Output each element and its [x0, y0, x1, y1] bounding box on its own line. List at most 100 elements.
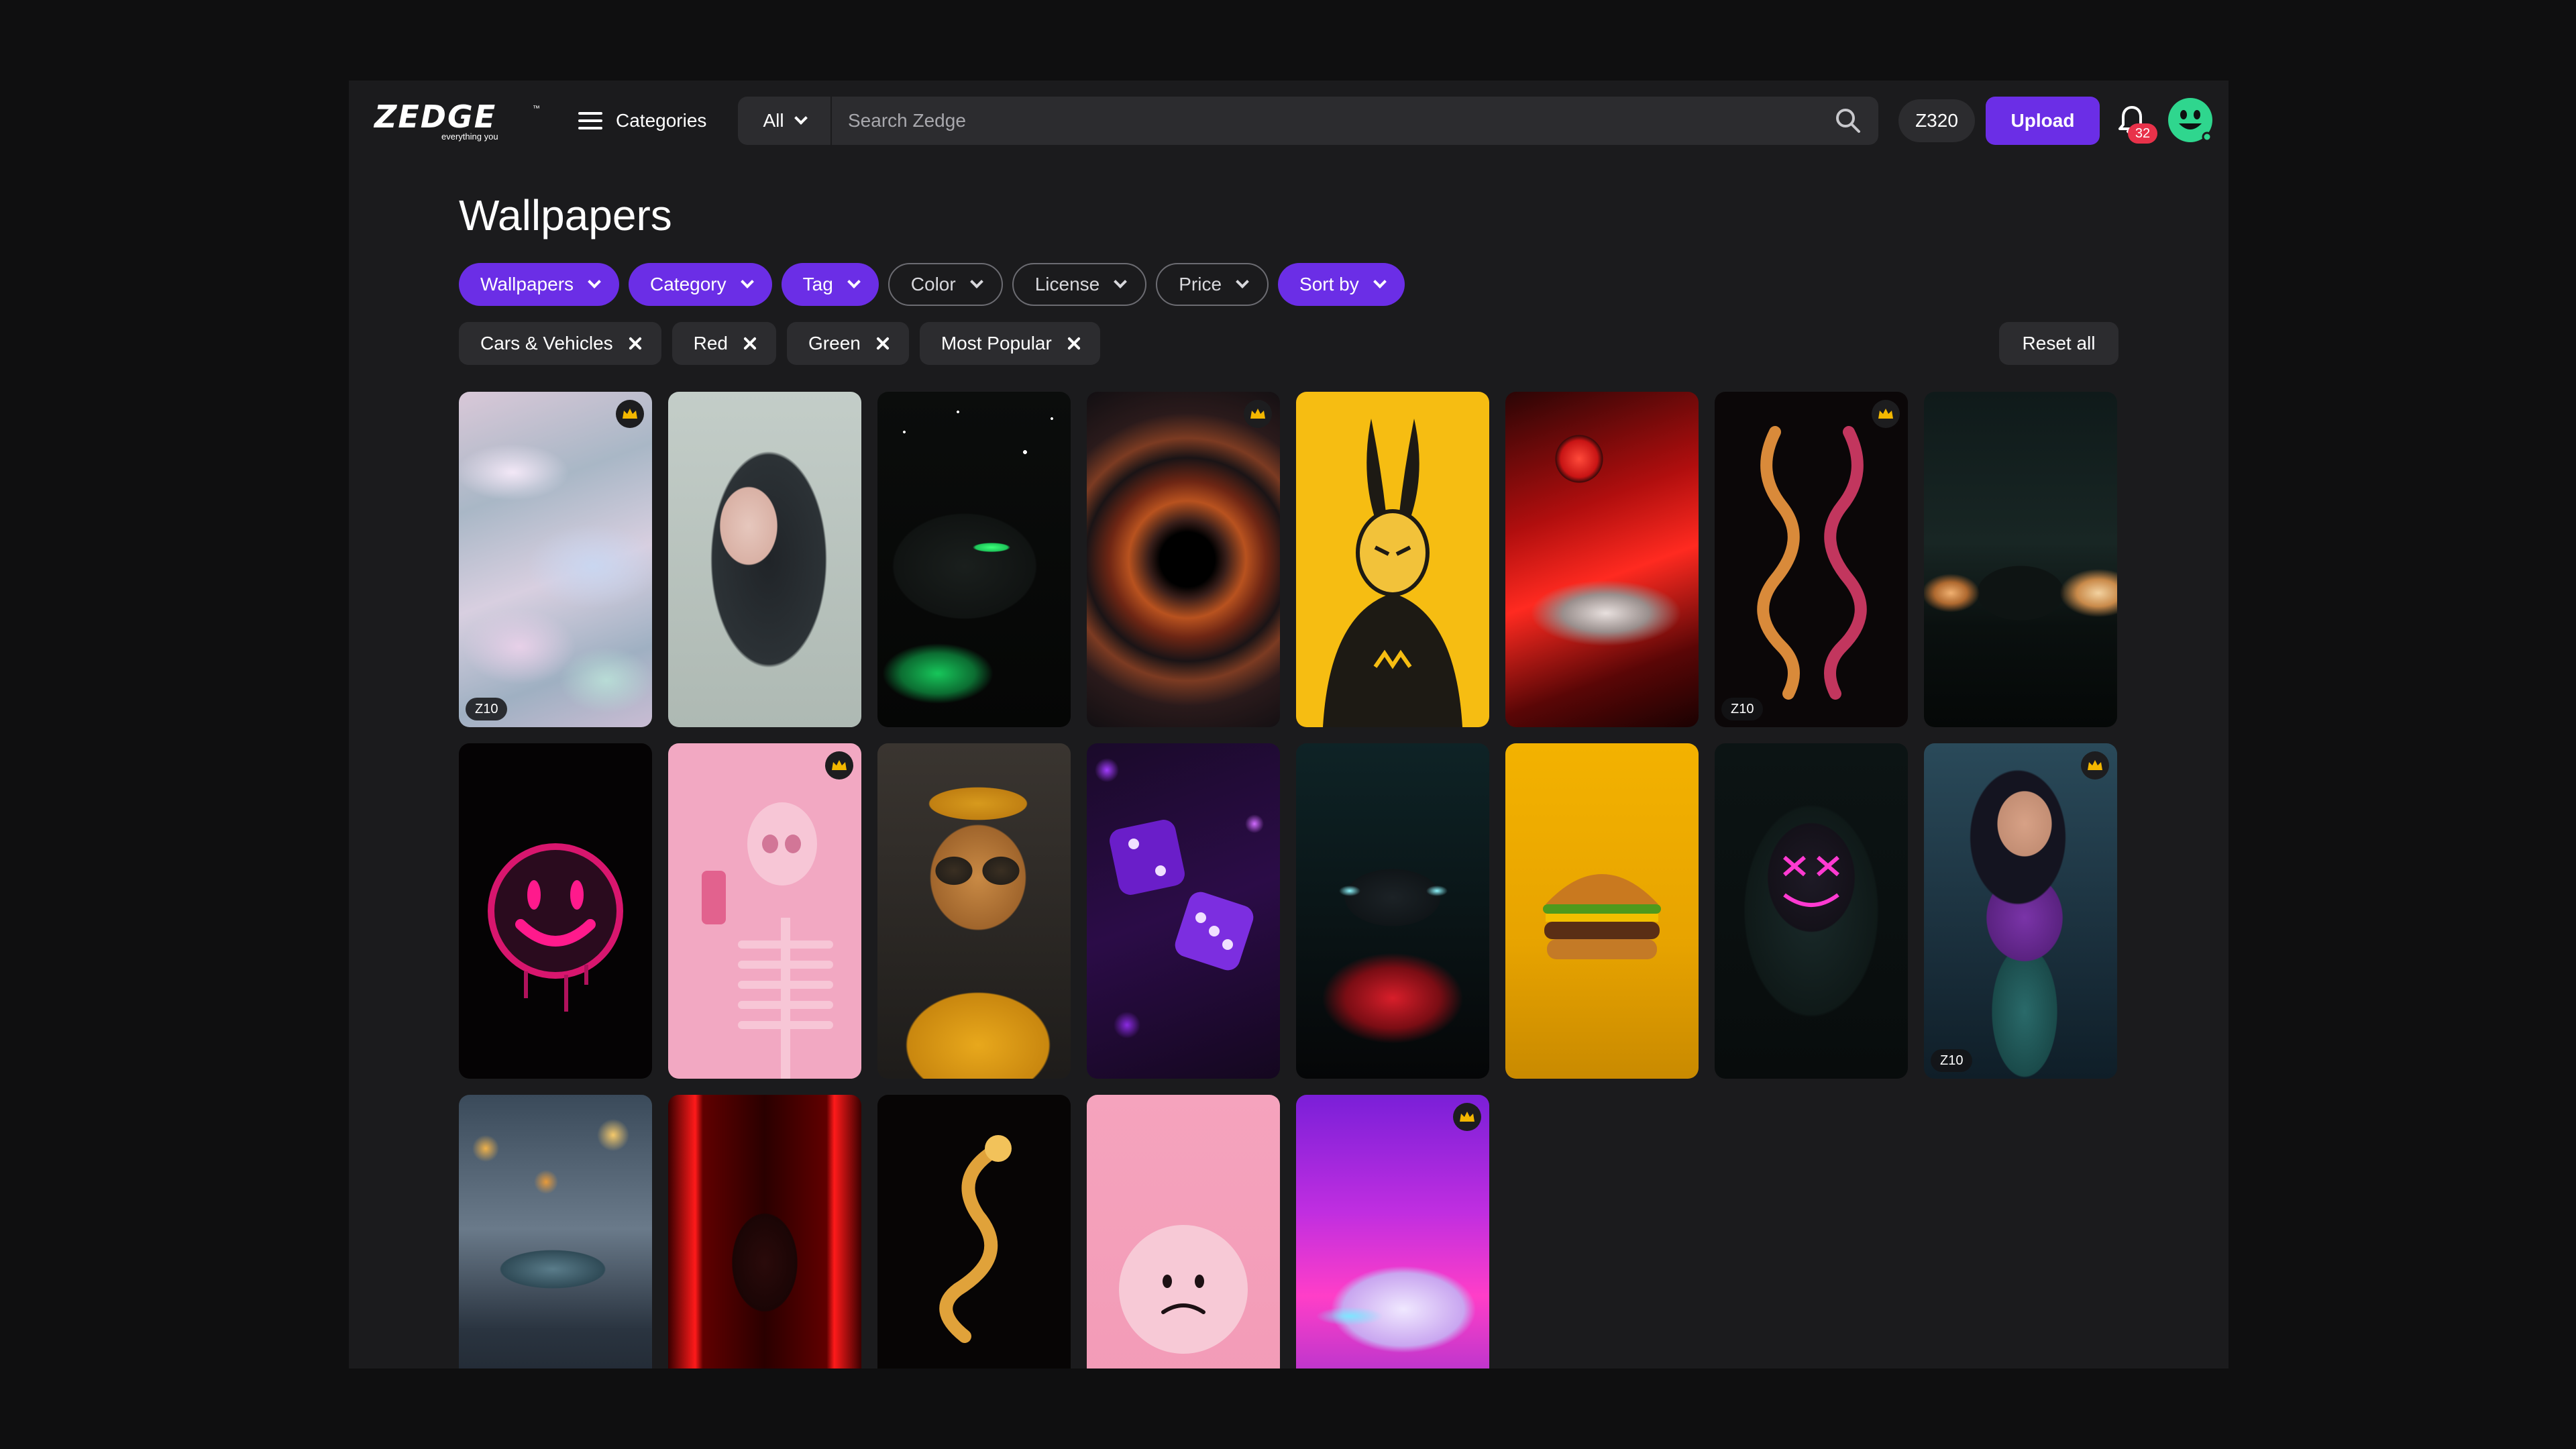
- search-input[interactable]: [832, 97, 1818, 145]
- filter-sort-by[interactable]: Sort by: [1278, 263, 1405, 306]
- logo-tagline: everything you: [441, 131, 498, 142]
- chevron-down-icon: [740, 275, 754, 288]
- crown-icon: [2081, 751, 2109, 780]
- wallpaper-thumbnail: [1924, 743, 2117, 1079]
- wallpaper-thumbnail: [668, 392, 861, 727]
- chip-label: Red: [693, 333, 729, 354]
- filter-label: Tag: [802, 274, 833, 294]
- close-icon[interactable]: [875, 336, 890, 351]
- wallpaper-tile[interactable]: [1924, 392, 2117, 727]
- wallpaper-tile[interactable]: [877, 1095, 1071, 1368]
- filter-tag[interactable]: Tag: [781, 263, 879, 306]
- search-scope-label: All: [763, 110, 784, 131]
- wallpaper-tile[interactable]: [668, 743, 861, 1079]
- wallpaper-tile[interactable]: [1296, 1095, 1489, 1368]
- filter-label: Wallpapers: [480, 274, 574, 294]
- wallpaper-tile[interactable]: [1296, 743, 1489, 1079]
- wallpaper-grid: Z10 Z10 Z10: [459, 392, 2118, 1368]
- search-icon: [1836, 109, 1860, 133]
- top-header: ZEDGE ™ everything you Categories All Z3…: [349, 80, 2229, 161]
- chip-most-popular[interactable]: Most Popular: [919, 322, 1100, 365]
- chevron-down-icon: [847, 275, 861, 288]
- crown-icon: [1872, 400, 1900, 428]
- chevron-down-icon: [1373, 275, 1387, 288]
- close-icon[interactable]: [628, 336, 643, 351]
- search-scope-dropdown[interactable]: All: [738, 97, 832, 145]
- wallpaper-tile[interactable]: Z10: [1924, 743, 2117, 1079]
- categories-button[interactable]: Categories: [565, 99, 712, 142]
- filter-label: Category: [650, 274, 727, 294]
- wallpaper-thumbnail: [1505, 392, 1699, 727]
- chevron-down-icon: [1236, 275, 1249, 288]
- filter-bar: Wallpapers Category Tag Color License Pr…: [459, 263, 1405, 306]
- search-button[interactable]: [1818, 97, 1878, 145]
- zedge-logo[interactable]: ZEDGE ™ everything you: [374, 99, 540, 142]
- wallpaper-thumbnail: [459, 1095, 652, 1368]
- golden-dragon-figure: [939, 1135, 1012, 1343]
- chip-label: Cars & Vehicles: [480, 333, 613, 354]
- dragons-figure: [1757, 426, 1867, 700]
- logo-wordmark: ZEDGE: [374, 99, 497, 135]
- wallpaper-tile[interactable]: [1505, 392, 1699, 727]
- price-badge: Z10: [466, 698, 508, 720]
- chevron-down-icon: [1114, 275, 1128, 288]
- wallpaper-tile[interactable]: [1087, 743, 1280, 1079]
- close-icon[interactable]: [1067, 336, 1081, 351]
- wallpaper-thumbnail: [668, 1095, 861, 1368]
- wallpaper-thumbnail: [459, 392, 652, 727]
- wallpaper-tile[interactable]: [877, 392, 1071, 727]
- active-filter-chips: Cars & Vehicles Red Green Most Popular: [459, 322, 1100, 365]
- filter-label: Price: [1179, 274, 1222, 294]
- sad-ball-figure: [1119, 1225, 1248, 1354]
- wallpaper-tile[interactable]: [1087, 1095, 1280, 1368]
- reset-all-button[interactable]: Reset all: [1999, 322, 2118, 365]
- wallpaper-tile[interactable]: [1296, 392, 1489, 727]
- wallpaper-tile[interactable]: [1087, 392, 1280, 727]
- mask-figure: [1783, 855, 1839, 907]
- close-icon[interactable]: [743, 336, 757, 351]
- price-badge: Z10: [1721, 698, 1764, 720]
- wallpaper-thumbnail: [1296, 1095, 1489, 1368]
- price-badge: Z10: [1931, 1049, 1973, 1072]
- app-window: ZEDGE ™ everything you Categories All Z3…: [349, 80, 2229, 1368]
- filter-wallpapers[interactable]: Wallpapers: [459, 263, 620, 306]
- wallpaper-thumbnail: [1087, 392, 1280, 727]
- dice-figure: [1110, 820, 1254, 971]
- chevron-down-icon: [794, 111, 808, 125]
- zcoins-balance[interactable]: Z320: [1898, 99, 1975, 142]
- wallpaper-tile[interactable]: [877, 743, 1071, 1079]
- chip-green[interactable]: Green: [787, 322, 909, 365]
- chip-red[interactable]: Red: [672, 322, 777, 365]
- wallpaper-tile[interactable]: [1505, 743, 1699, 1079]
- crown-icon: [1244, 400, 1272, 428]
- chip-label: Green: [808, 333, 861, 354]
- filter-color[interactable]: Color: [888, 263, 1003, 306]
- logo-trademark: ™: [533, 105, 540, 113]
- crown-icon: [616, 400, 644, 428]
- wallpaper-tile[interactable]: [668, 1095, 861, 1368]
- search-bar: All: [738, 97, 1878, 145]
- filter-label: Color: [910, 274, 956, 294]
- chip-cars-vehicles[interactable]: Cars & Vehicles: [459, 322, 661, 365]
- wallpaper-tile[interactable]: Z10: [1715, 392, 1908, 727]
- skeleton-figure: [702, 802, 833, 1079]
- smiley-figure: [488, 843, 623, 1012]
- filter-label: License: [1034, 274, 1100, 294]
- wallpaper-thumbnail: [877, 743, 1071, 1079]
- rabbit-figure: [1323, 419, 1462, 727]
- wallpaper-tile[interactable]: [459, 743, 652, 1079]
- filter-license[interactable]: License: [1012, 263, 1147, 306]
- hamburger-icon: [578, 112, 602, 129]
- wallpaper-tile[interactable]: [668, 392, 861, 727]
- wallpaper-tile[interactable]: [1715, 743, 1908, 1079]
- user-avatar-icon: [2168, 98, 2212, 142]
- avatar[interactable]: [2167, 97, 2214, 144]
- upload-button[interactable]: Upload: [1986, 97, 2100, 145]
- wallpaper-tile[interactable]: Z10: [459, 392, 652, 727]
- wallpaper-tile[interactable]: [459, 1095, 652, 1368]
- wallpaper-thumbnail: [1924, 392, 2117, 727]
- filter-price[interactable]: Price: [1156, 263, 1269, 306]
- wallpaper-thumbnail: [877, 392, 1071, 727]
- filter-category[interactable]: Category: [629, 263, 772, 306]
- chevron-down-icon: [588, 275, 601, 288]
